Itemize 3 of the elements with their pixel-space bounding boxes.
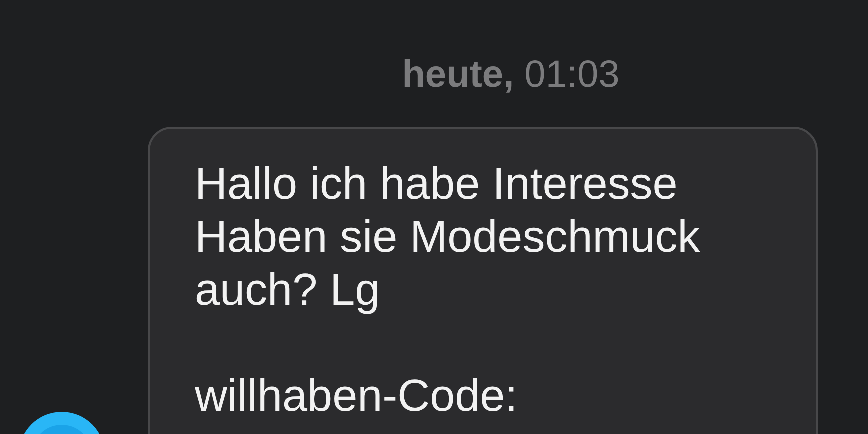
message-timestamp: heute, 01:03 [401,53,621,98]
message-text: Hallo ich habe Interesse Haben sie Modeschmuck auch? Lg [195,157,702,316]
code-label: willhaben-Code: [195,369,519,422]
